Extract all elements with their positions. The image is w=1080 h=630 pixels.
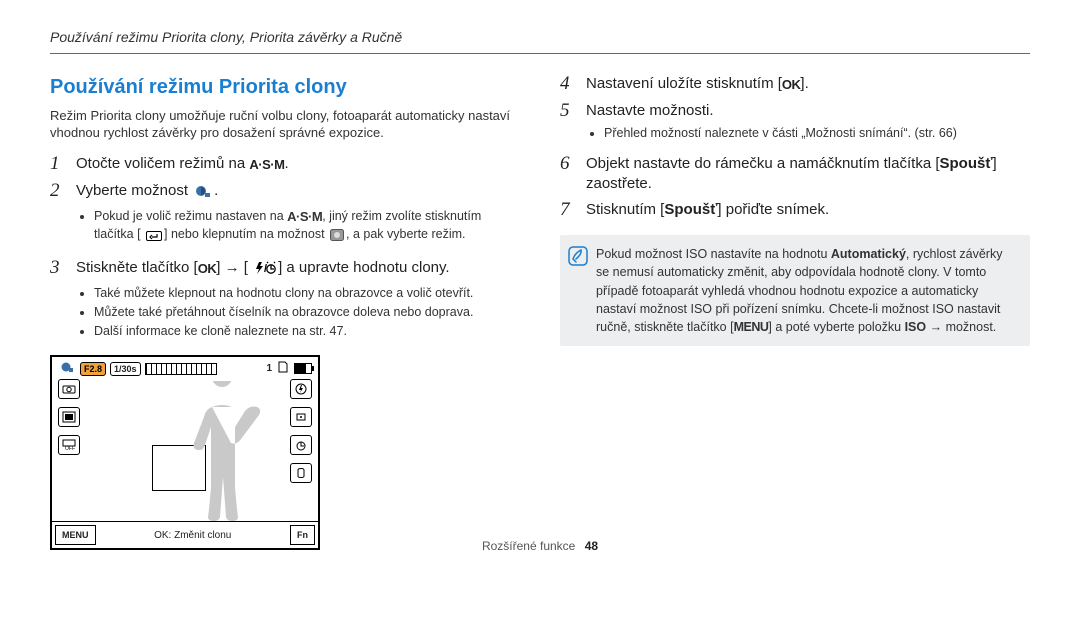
step-text: Stiskněte tlačítko [OK] → [ / ] a upravt…	[76, 258, 520, 346]
step-text: Nastavte možnosti. Přehled možností nale…	[586, 101, 1030, 148]
step-3-sub2: Můžete také přetáhnout číselník na obraz…	[94, 304, 520, 321]
shutter-bold: Spoušť	[940, 155, 993, 172]
t: ] nebo klepnutím na možnost	[164, 227, 328, 241]
header-rule	[50, 53, 1030, 54]
grid-off-icon: OFF	[58, 435, 80, 455]
screen-liveview	[92, 377, 278, 516]
t: ] a poté vyberte položku	[768, 320, 904, 334]
step-3-sublist: Také můžete klepnout na hodnotu clony na…	[94, 285, 520, 340]
step-text: Objekt nastavte do rámečku a namáčknutím…	[586, 154, 1030, 195]
two-column-layout: Používání režimu Priorita clony Režim Pr…	[50, 74, 1030, 551]
svg-text:OFF: OFF	[65, 446, 75, 451]
step-text: Nastavení uložíte stisknutím [OK].	[586, 74, 1030, 94]
mode-icon	[194, 184, 212, 204]
camera-screen-illustration: F2.8 1/30s 1 OFF	[50, 355, 320, 550]
flash-off-icon	[290, 379, 312, 399]
step-number: 2	[50, 181, 70, 202]
screen-right-icons	[290, 379, 312, 483]
t: → možnost.	[926, 320, 996, 334]
step-2-post: .	[214, 182, 218, 199]
sd-card-icon	[278, 361, 288, 376]
mode-asm-icon: A·S·M	[287, 209, 322, 224]
timer-icon	[290, 435, 312, 455]
step-number: 3	[50, 258, 70, 279]
left-column: Používání režimu Priorita clony Režim Pr…	[50, 74, 520, 551]
note-icon	[568, 246, 588, 336]
screen-left-icons: OFF	[58, 379, 80, 455]
step-2: 2 Vyberte možnost .	[50, 181, 520, 252]
battery-icon	[294, 363, 312, 374]
step-number: 7	[560, 200, 580, 221]
t: , a pak vyberte režim.	[346, 227, 466, 241]
step-2-sub1: Pokud je volič režimu nastaven na A·S·M,…	[94, 208, 520, 245]
step-number: 1	[50, 154, 70, 175]
step-1-post: .	[284, 155, 288, 172]
person-silhouette-icon	[182, 381, 262, 526]
footer-section: Rozšířené funkce	[482, 539, 575, 553]
right-column: 4 Nastavení uložíte stisknutím [OK]. 5 N…	[560, 74, 1030, 551]
mode-asm-icon: A·S·M	[249, 157, 284, 172]
note-box: Pokud možnost ISO nastavíte na hodnotu A…	[560, 235, 1030, 346]
step-text: Vyberte možnost . Poku	[76, 181, 520, 252]
flash-timer-icon: /	[254, 261, 276, 281]
step-number: 4	[560, 74, 580, 95]
step-1-pre: Otočte voličem režimů na	[76, 155, 249, 172]
step-number: 6	[560, 154, 580, 175]
menu-key-icon: MENU	[734, 320, 769, 334]
iso-bold: ISO	[905, 320, 927, 334]
step-number: 5	[560, 101, 580, 122]
breadcrumb: Používání režimu Priorita clony, Priorit…	[50, 28, 1030, 47]
mode-box-icon	[58, 407, 80, 427]
t: Nastavení uložíte stisknutím [	[586, 75, 782, 92]
auto-bold: Automatický	[831, 247, 906, 261]
t: Objekt nastavte do rámečku a namáčknutím…	[586, 155, 940, 172]
t: Pokud možnost ISO nastavíte na hodnotu	[596, 247, 831, 261]
ok-key-icon: OK	[198, 260, 217, 278]
section-intro: Režim Priorita clony umožňuje ruční volb…	[50, 107, 520, 142]
shot-count: 1	[266, 362, 272, 376]
step-5-sublist: Přehled možností naleznete v části „Možn…	[604, 125, 1030, 142]
f-value-tag: F2.8	[80, 362, 106, 376]
steps-list: 1 Otočte voličem režimů na A·S·M. 2 Vybe…	[50, 154, 520, 345]
page-number: 48	[585, 539, 598, 553]
shutter-bold: Spoušť	[664, 201, 717, 218]
camera-icon	[58, 379, 80, 399]
step-3: 3 Stiskněte tlačítko [OK] → [ /	[50, 258, 520, 346]
ev-scale-icon	[145, 363, 217, 375]
section-title: Používání režimu Priorita clony	[50, 74, 520, 101]
step-text: Stisknutím [Spoušť] pořiďte snímek.	[586, 200, 1030, 220]
t: ].	[800, 75, 808, 92]
t: ] pořiďte snímek.	[717, 201, 829, 218]
t: Pokud je volič režimu nastaven na	[94, 209, 287, 223]
step-4: 4 Nastavení uložíte stisknutím [OK].	[560, 74, 1030, 95]
step-3-sub1: Také můžete klepnout na hodnotu clony na…	[94, 285, 520, 302]
manual-page: Používání režimu Priorita clony, Priorit…	[0, 0, 1080, 562]
aperture-mode-icon	[60, 361, 74, 376]
step-5-sub1: Přehled možností naleznete v části „Možn…	[604, 125, 1030, 142]
step-7: 7 Stisknutím [Spoušť] pořiďte snímek.	[560, 200, 1030, 221]
t: ] → [	[216, 259, 248, 276]
screen-topbar: F2.8 1/30s 1	[58, 361, 312, 376]
t: Nastavte možnosti.	[586, 101, 1030, 121]
t: Stiskněte tlačítko [	[76, 259, 198, 276]
page-footer: Rozšířené funkce 48	[0, 538, 1080, 554]
shutter-tag: 1/30s	[110, 362, 141, 376]
t: Stisknutím [	[586, 201, 664, 218]
ok-key-icon: OK	[782, 76, 801, 94]
note-text: Pokud možnost ISO nastavíte na hodnotu A…	[596, 245, 1018, 336]
stabilizer-icon	[290, 463, 312, 483]
return-icon	[146, 229, 162, 246]
focus-mode-icon	[290, 407, 312, 427]
step-1: 1 Otočte voličem režimů na A·S·M.	[50, 154, 520, 175]
mode-small-icon	[330, 229, 344, 246]
step-3-sub3: Další informace ke cloně naleznete na st…	[94, 323, 520, 340]
step-6: 6 Objekt nastavte do rámečku a namáčknut…	[560, 154, 1030, 195]
step-2-pre: Vyberte možnost	[76, 182, 192, 199]
t: ] a upravte hodnotu clony.	[278, 259, 450, 276]
step-text: Otočte voličem režimů na A·S·M.	[76, 154, 520, 174]
step-2-sublist: Pokud je volič režimu nastaven na A·S·M,…	[94, 208, 520, 245]
steps-list-right: 4 Nastavení uložíte stisknutím [OK]. 5 N…	[560, 74, 1030, 221]
step-5: 5 Nastavte možnosti. Přehled možností na…	[560, 101, 1030, 148]
